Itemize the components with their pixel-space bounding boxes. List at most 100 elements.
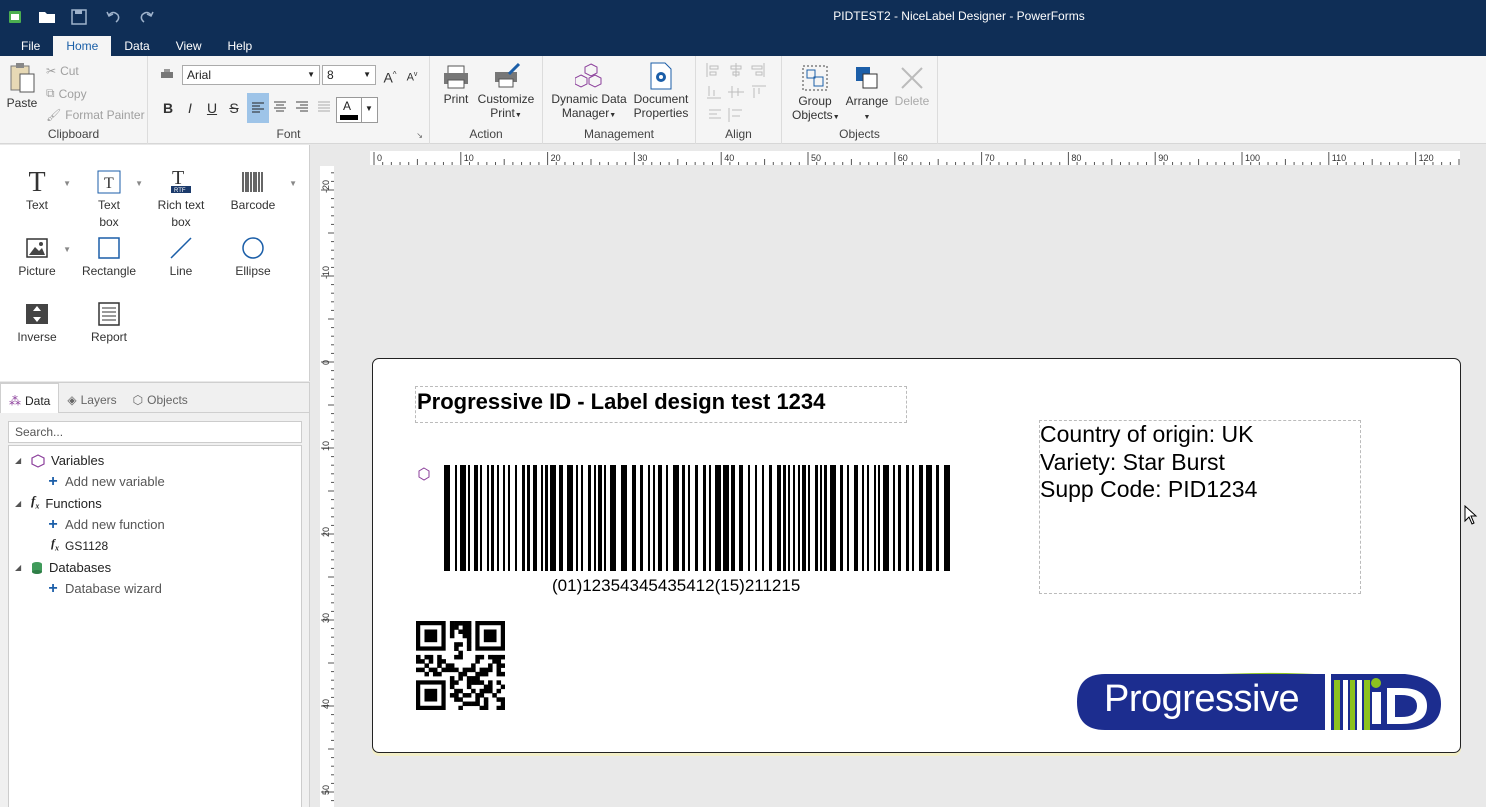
qr-module (428, 659, 434, 664)
barcode-bar (621, 465, 627, 571)
collapse-icon[interactable]: ◢ (15, 558, 25, 578)
tool-text-label: Text (25, 198, 48, 212)
underline-icon[interactable]: U (202, 98, 222, 118)
add-icon: + (48, 473, 58, 490)
barcode-bar (594, 465, 596, 571)
qr-module (471, 680, 476, 685)
align-left-icon[interactable] (247, 93, 269, 123)
copy-icon: ⧉ (46, 86, 55, 100)
copy-button[interactable]: ⧉ Copy (46, 86, 87, 101)
add-variable-label: Add new variable (65, 474, 165, 489)
collapse-icon[interactable]: ◢ (15, 451, 25, 471)
inverse-icon (1, 299, 73, 329)
search-input[interactable]: Search... (8, 421, 302, 443)
logo-text: Progressive (1104, 678, 1300, 720)
label-title-text[interactable]: Progressive ID - Label design test 1234 (415, 386, 907, 423)
barcode-bar (936, 465, 939, 571)
chevron-down-icon: ▼ (307, 70, 315, 79)
cut-button[interactable]: ✂ Cut (46, 64, 79, 78)
group-objects-button[interactable]: Group Objects▼ (792, 64, 840, 125)
barcode-bar (769, 465, 772, 571)
tab-objects-label: Objects (147, 393, 188, 407)
tab-file[interactable]: File (0, 36, 53, 56)
ruler-label: 0 (321, 360, 331, 365)
qr-code-object[interactable] (416, 621, 505, 710)
barcode-bar (576, 465, 578, 571)
tool-text-box-label-2: box (99, 215, 119, 229)
customize-print-button[interactable]: Customize Print▼ (476, 62, 536, 123)
font-size-value: 8 (327, 68, 334, 82)
align-right-icon[interactable] (292, 98, 312, 118)
tool-barcode[interactable]: Barcode ▼ (217, 167, 297, 214)
collapse-icon[interactable]: ◢ (15, 494, 25, 514)
qr-module (454, 697, 459, 702)
tool-rich-text-box[interactable]: T RTF Rich text box (145, 167, 217, 231)
qr-module (449, 621, 455, 626)
tool-rectangle[interactable]: Rectangle (73, 233, 145, 280)
country-text-box[interactable]: Country of origin: UK Variety: Star Burs… (1039, 420, 1361, 594)
ruler-label: 20 (321, 527, 331, 537)
tool-picture[interactable]: Picture ▼ (1, 233, 73, 280)
justify-icon[interactable] (314, 98, 334, 118)
qr-module (454, 621, 459, 626)
arrange-button[interactable]: Arrange ▼ (844, 64, 890, 125)
bold-icon[interactable]: B (158, 98, 178, 118)
font-color-button[interactable]: A ▼ (336, 97, 378, 123)
qr-module (454, 642, 459, 647)
tree-database-wizard[interactable]: + Database wizard (47, 579, 162, 599)
tool-rich-text-label-2: box (171, 215, 191, 229)
qr-module (483, 684, 489, 690)
barcode-bar (487, 465, 489, 571)
tab-home[interactable]: Home (53, 36, 112, 56)
ruler-label: -20 (321, 180, 331, 193)
barcode-bar (682, 465, 685, 571)
tree-functions[interactable]: ◢ fx Functions (15, 493, 102, 514)
delete-button[interactable]: Delete (892, 64, 932, 108)
tool-inverse[interactable]: Inverse (1, 299, 73, 346)
qr-module (483, 697, 489, 702)
tool-line-label: Line (169, 264, 193, 278)
strikethrough-icon[interactable]: S (224, 98, 244, 118)
tab-data[interactable]: Data (111, 36, 162, 56)
qr-module (454, 654, 459, 660)
tree-add-variable[interactable]: + Add new variable (47, 472, 165, 492)
align-center-icon[interactable] (270, 98, 290, 118)
italic-icon[interactable]: I (180, 98, 200, 118)
barcode-object[interactable] (444, 465, 954, 571)
font-family-select[interactable]: Arial ▼ (182, 65, 320, 85)
tree-add-function[interactable]: + Add new function (47, 515, 164, 535)
shrink-font-icon[interactable]: Av (402, 65, 422, 85)
tab-data-panel[interactable]: ⁂ Data (0, 383, 60, 413)
qr-module (416, 667, 421, 673)
tab-view[interactable]: View (163, 36, 215, 56)
tab-help[interactable]: Help (215, 36, 266, 56)
ruler-label: 40 (724, 153, 734, 163)
document-properties-button[interactable]: Document Properties (631, 62, 691, 120)
tool-ellipse[interactable]: Ellipse (217, 233, 289, 280)
barcode-bar (830, 465, 836, 571)
qr-module (475, 659, 480, 664)
paste-button[interactable]: Paste (5, 62, 39, 110)
function-icon: fx (31, 493, 40, 511)
tree-variables[interactable]: ◢ Variables (15, 451, 104, 471)
variety-line: Variety: Star Burst (1040, 448, 1225, 475)
font-size-select[interactable]: 8 ▼ (322, 65, 376, 85)
tab-objects[interactable]: ⬡ Objects (125, 383, 196, 413)
tool-report[interactable]: Report (73, 299, 145, 346)
print-button[interactable]: Print (440, 64, 472, 106)
tool-text-box[interactable]: T Text box ▼ (73, 167, 145, 231)
qr-module (454, 688, 459, 694)
qr-module (466, 684, 472, 690)
grow-font-icon[interactable]: A^ (380, 65, 400, 86)
tree-gs1128[interactable]: fx GS1128 (51, 536, 108, 556)
dynamic-data-manager-button[interactable]: Dynamic Data Manager▼ (551, 62, 627, 123)
format-painter-button[interactable]: 🖌 Format Painter (46, 108, 145, 122)
tool-line[interactable]: Line (145, 233, 217, 280)
tool-text[interactable]: T Text ▼ (1, 167, 73, 214)
qr-module (458, 688, 463, 694)
tree-databases[interactable]: ◢ Databases (15, 558, 111, 578)
qr-module (445, 663, 451, 668)
qr-module (466, 676, 472, 681)
tab-layers[interactable]: ◈ Layers (59, 383, 124, 413)
qr-module (424, 671, 430, 677)
